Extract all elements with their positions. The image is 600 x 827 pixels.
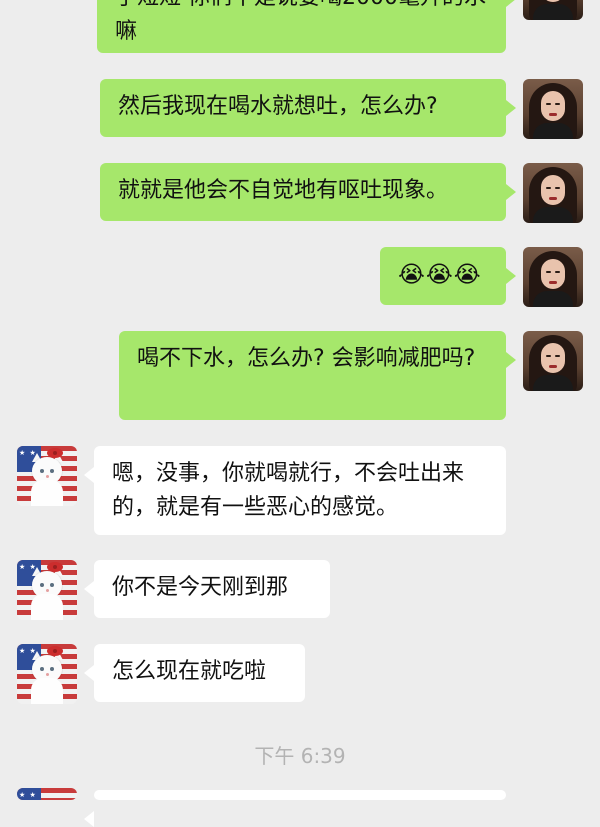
- contact-avatar[interactable]: [17, 788, 77, 800]
- user-avatar[interactable]: [523, 0, 583, 20]
- received-message-bubble[interactable]: 你不是今天刚到那: [84, 560, 330, 618]
- message-timestamp: 下午 6:39: [254, 744, 346, 768]
- contact-avatar[interactable]: [17, 644, 77, 704]
- user-avatar[interactable]: [523, 247, 583, 307]
- user-avatar[interactable]: [523, 79, 583, 139]
- received-message-bubble[interactable]: 嗯，没事，你就喝就行，不会吐出来的，就是有一些恶心的感觉。: [84, 446, 506, 535]
- user-avatar[interactable]: [523, 331, 583, 391]
- contact-avatar[interactable]: [17, 560, 77, 620]
- sent-message-bubble[interactable]: 然后我现在喝水就想吐，怎么办?: [100, 79, 516, 137]
- user-avatar[interactable]: [523, 163, 583, 223]
- sent-message-bubble[interactable]: 了短短 你们不是说要喝2000毫升的水嘛: [97, 0, 516, 53]
- received-message-bubble[interactable]: 怎么现在就吃啦: [84, 644, 305, 702]
- received-message-bubble[interactable]: [84, 790, 506, 827]
- contact-avatar[interactable]: [17, 446, 77, 506]
- chat-area: 了短短 你们不是说要喝2000毫升的水嘛 然后我现在喝水就想吐，怎么办? 就就是…: [0, 0, 600, 827]
- sent-message-bubble[interactable]: 喝不下水，怎么办? 会影响减肥吗?: [119, 331, 516, 420]
- sent-message-bubble[interactable]: 就就是他会不自觉地有呕吐现象。: [100, 163, 516, 221]
- sent-message-bubble[interactable]: 😭😭😭: [380, 247, 516, 305]
